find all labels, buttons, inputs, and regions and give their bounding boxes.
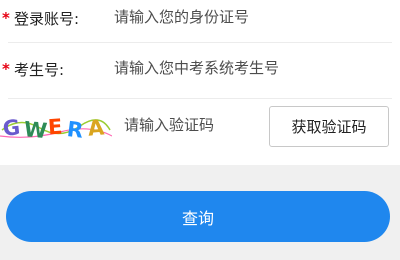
captcha-row: G W E R A 获取验证码 [0,104,400,158]
captcha-char: A [87,115,106,140]
divider [8,42,392,43]
exam-number-label: 考生号: [14,61,65,79]
divider [8,98,392,99]
account-label: 登录账号: [14,10,80,28]
exam-number-input[interactable] [114,54,374,82]
account-input[interactable] [114,3,374,31]
captcha-char: E [47,115,63,140]
account-row: * 登录账号: [0,0,400,40]
query-button[interactable]: 查询 [6,191,390,242]
captcha-char: G [2,115,22,141]
captcha-char: W [23,117,48,143]
captcha-input[interactable] [124,111,254,139]
captcha-image[interactable]: G W E R A [0,110,112,144]
get-code-button[interactable]: 获取验证码 [269,106,389,147]
required-asterisk: * [2,60,10,78]
captcha-char: R [66,117,85,143]
login-form-card: * 登录账号: * 考生号: G W E R A 获取验证码 [0,0,400,165]
required-asterisk: * [2,9,10,27]
exam-number-row: * 考生号: [0,48,400,94]
